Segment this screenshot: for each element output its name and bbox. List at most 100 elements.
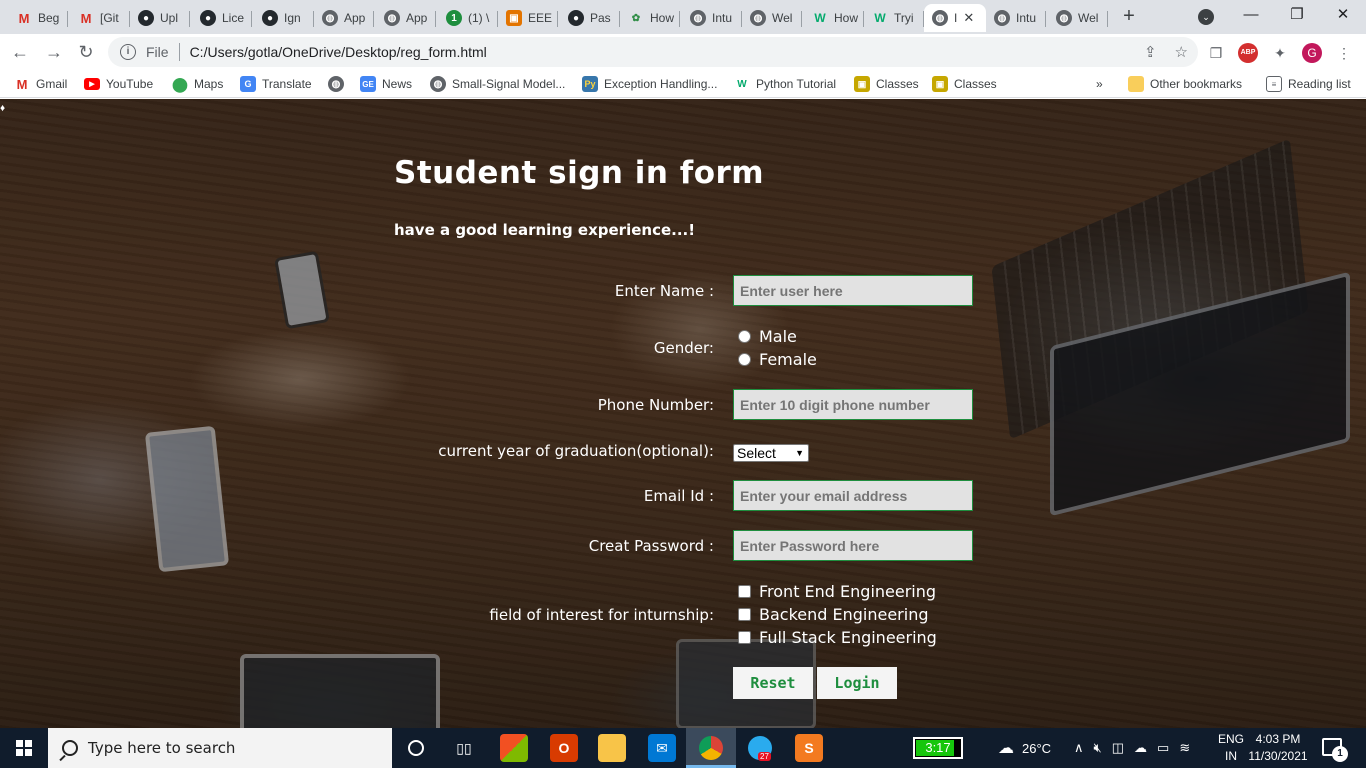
frontend-checkbox[interactable] [738,585,751,598]
phone-input[interactable] [733,389,973,420]
clock[interactable]: 4:03 PM 11/30/2021 [1248,731,1308,765]
browser-tab[interactable]: ▣ EEE [498,4,558,32]
chrome-app-button[interactable] [697,734,725,762]
browser-tab[interactable]: ● Ign [254,4,314,32]
browser-toolbar: ← → ↻ i File C:/Users/gotla/OneDrive/Des… [0,34,1366,70]
browser-tab[interactable]: ● Pas [560,4,620,32]
taskbar-search[interactable]: Type here to search [48,728,392,768]
browser-tab[interactable]: M Beg [8,4,68,32]
cortana-button[interactable] [402,734,430,762]
forward-button[interactable]: → [42,40,66,64]
password-input[interactable] [733,530,973,561]
browser-tab[interactable]: ◍ I ✕ [924,4,986,32]
bookmark-label: YouTube [106,77,154,91]
scheme-label: File [146,44,169,60]
bookmark-item[interactable]: G Translate [240,76,312,92]
back-button[interactable]: ← [8,40,32,64]
email-input[interactable] [733,480,973,511]
tab-strip: M Beg M [Git ● Upl ● Lice ● Ign ◍ App ◍ App 1 (1) \ ▣ EEE… [0,0,1366,34]
name-input[interactable] [733,275,973,306]
battery-indicator[interactable]: 3:17 [913,737,963,759]
meet-now-icon[interactable]: ◫ [1112,740,1124,756]
browser-tab[interactable]: ◍ App [376,4,436,32]
windows-taskbar: Type here to search ▯▯ O ✉ 27 S 3:17 ☁ 2… [0,728,1366,768]
tab-label: How [834,11,859,25]
adblock-icon[interactable]: ABP [1238,43,1258,63]
bookmark-item[interactable]: ◍ Small-Signal Model... [430,76,565,92]
fullstack-checkbox[interactable] [738,631,751,644]
profile-avatar[interactable]: G [1302,43,1322,63]
weather-widget[interactable]: ☁ 26°C [998,728,1051,768]
close-window-button[interactable]: ✕ [1320,4,1366,28]
store-app-icon[interactable] [500,734,528,762]
new-tab-button[interactable]: + [1118,6,1140,28]
reset-button[interactable]: Reset [733,667,813,699]
graduation-year-select[interactable]: Select ▼ [733,444,809,462]
login-button[interactable]: Login [817,667,897,699]
language-indicator[interactable]: ENG IN [1216,731,1246,765]
browser-tab[interactable]: M [Git [70,4,130,32]
browser-tab[interactable]: ✿ How [620,4,680,32]
file-explorer-icon[interactable] [598,734,626,762]
gmail-icon: M [80,10,92,26]
gender-option-male[interactable]: Male [738,327,797,346]
chrome-icon [699,736,723,760]
male-radio[interactable] [738,330,751,343]
close-tab-icon[interactable]: ✕ [963,10,974,26]
office-app-icon[interactable]: O [550,734,578,762]
phone-label: Phone Number: [597,396,714,414]
volume-muted-icon[interactable]: 🔇︎ [1094,740,1102,756]
bookmark-item[interactable]: ⬤ Maps [172,76,223,92]
other-bookmarks-folder[interactable]: Other bookmarks [1128,76,1242,92]
start-button[interactable] [0,728,48,768]
minimize-button[interactable]: — [1228,4,1274,28]
wifi-icon[interactable]: ≋ [1179,740,1190,756]
bookmark-item[interactable]: ▶ YouTube [84,76,153,92]
tab-search-icon[interactable]: ⌄ [1198,9,1214,25]
interest-option-backend[interactable]: Backend Engineering [738,605,929,624]
globe-icon: ◍ [322,10,338,26]
bookmark-item[interactable]: GE News [360,76,412,92]
browser-tab[interactable]: ◍ App [314,4,374,32]
chevron-up-icon[interactable]: ∧ [1074,740,1084,756]
backend-checkbox[interactable] [738,608,751,621]
reload-button[interactable]: ↻ [74,40,98,64]
browser-tab[interactable]: ◍ Wel [1048,4,1108,32]
bookmark-item[interactable]: ▣ Classes [932,76,997,92]
maximize-button[interactable]: ❐ [1274,4,1320,28]
globe-icon: ◍ [750,10,766,26]
bookmark-item[interactable]: ▣ Classes [854,76,919,92]
mail-app-icon[interactable]: ✉ [648,734,676,762]
task-view-button[interactable]: ▯▯ [450,734,478,762]
bookmark-item[interactable]: M Gmail [14,76,68,92]
browser-tab[interactable]: ◍ Intu [986,4,1046,32]
interest-option-fullstack[interactable]: Full Stack Engineering [738,628,937,647]
address-bar[interactable]: i File C:/Users/gotla/OneDrive/Desktop/r… [108,37,1198,67]
bookmark-item[interactable]: Py Exception Handling... [582,76,717,92]
menu-kebab-icon[interactable]: ⋮ [1334,43,1354,63]
browser-tab[interactable]: ◍ Wel [742,4,802,32]
puzzle-icon[interactable]: ✦ [1270,43,1290,63]
browser-tab[interactable]: W How [804,4,864,32]
browser-tab[interactable]: ◍ Intu [682,4,742,32]
bookmark-item[interactable]: ◍ [328,76,350,92]
display-icon[interactable]: ▭ [1157,740,1169,756]
gender-option-female[interactable]: Female [738,350,817,369]
reading-list-button[interactable]: ≡ Reading list [1266,76,1351,92]
star-icon[interactable]: ☆ [1175,43,1188,61]
browser-tab[interactable]: W Tryi [864,4,924,32]
browser-tab[interactable]: ● Lice [192,4,252,32]
bookmark-item[interactable]: W Python Tutorial [734,76,836,92]
name-label: Enter Name : [614,282,714,300]
interest-option-frontend[interactable]: Front End Engineering [738,582,936,601]
info-icon[interactable]: i [120,44,136,60]
extension-copy-icon[interactable]: ❐ [1206,43,1226,63]
share-icon[interactable]: ⇪ [1144,43,1157,61]
browser-tab[interactable]: 1 (1) \ [438,4,498,32]
sublime-text-icon[interactable]: S [795,734,823,762]
onedrive-icon[interactable]: ☁ [1134,740,1147,756]
female-radio[interactable] [738,353,751,366]
browser-tab[interactable]: ● Upl [130,4,190,32]
bookmarks-overflow-button[interactable]: » [1096,76,1103,92]
url-text[interactable]: C:/Users/gotla/OneDrive/Desktop/reg_form… [190,44,487,60]
